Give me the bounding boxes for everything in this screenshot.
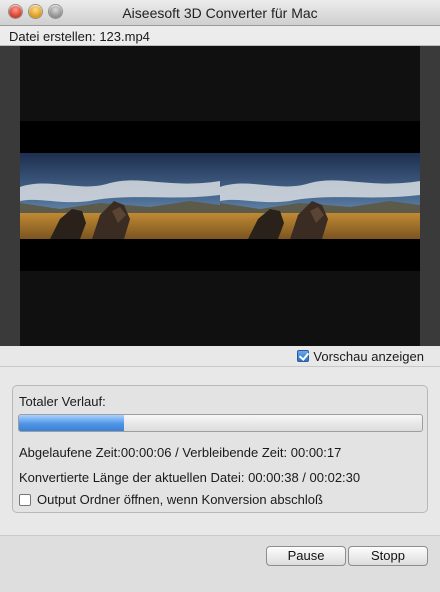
show-preview-toggle[interactable]: Vorschau anzeigen: [297, 347, 424, 365]
time-status: Abgelaufene Zeit:00:00:06 / Verbleibende…: [19, 445, 342, 460]
left-eye-image: [20, 153, 220, 239]
stop-button[interactable]: Stopp: [348, 546, 428, 566]
window-title: Aiseesoft 3D Converter für Mac: [122, 5, 318, 21]
current-file-label: Datei erstellen: 123.mp4: [0, 26, 440, 46]
total-progress-label: Totaler Verlauf:: [19, 394, 106, 409]
pause-button[interactable]: Pause: [266, 546, 346, 566]
show-preview-label: Vorschau anzeigen: [313, 348, 424, 364]
open-output-folder-label: Output Ordner öffnen, wenn Konversion ab…: [37, 492, 323, 507]
right-eye-image: [220, 153, 420, 239]
title-bar: Aiseesoft 3D Converter für Mac: [0, 0, 440, 26]
show-preview-checkbox[interactable]: [297, 350, 310, 362]
open-output-folder-option[interactable]: Output Ordner öffnen, wenn Konversion ab…: [19, 492, 323, 507]
total-progress-bar: [18, 414, 423, 432]
converted-length-status: Konvertierte Länge der aktuellen Datei: …: [19, 470, 361, 485]
progress-fill: [19, 415, 124, 431]
side-by-side-video-frame: [20, 121, 420, 271]
divider: [0, 366, 440, 367]
open-output-folder-checkbox[interactable]: [19, 493, 31, 506]
progress-group: Totaler Verlauf: Abgelaufene Zeit:00:00:…: [12, 385, 428, 513]
